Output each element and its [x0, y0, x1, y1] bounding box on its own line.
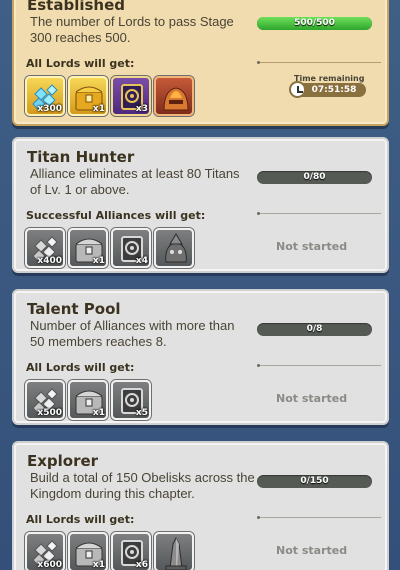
reward-item[interactable]: x500 [25, 380, 65, 420]
reward-qty: x4 [135, 256, 148, 266]
reward-item[interactable]: x600 [25, 532, 65, 570]
achievement-card-titan-hunter: Titan Hunter Alliance eliminates at leas… [12, 137, 389, 273]
reward-item[interactable]: x1 [68, 532, 108, 570]
reward-item[interactable]: x5 [111, 380, 151, 420]
reward-item[interactable]: x1 [68, 228, 108, 268]
divider [257, 364, 381, 367]
time-remaining-label: Time remaining [294, 74, 365, 83]
fire-helmet-icon [163, 87, 189, 111]
reward-qty: x1 [92, 560, 105, 570]
reward-label: All Lords will get: [26, 57, 135, 70]
reward-qty: x5 [135, 408, 148, 418]
reward-qty: x3 [135, 104, 148, 114]
reward-label: All Lords will get: [26, 361, 135, 374]
reward-list: x500 x1 x5 [25, 380, 151, 420]
status-text: Not started [276, 392, 348, 405]
divider [257, 212, 381, 215]
achievement-card-talent-pool: Talent Pool Number of Alliances with mor… [12, 289, 389, 425]
reward-qty: x600 [37, 560, 62, 570]
reward-item[interactable]: x6 [111, 532, 151, 570]
reward-qty: x400 [37, 256, 62, 266]
achievement-card-established: Established The number of Lords to pass … [12, 0, 389, 126]
card-title: Titan Hunter [27, 148, 135, 166]
reward-qty: x1 [92, 256, 105, 266]
progress-bar: 0/150 [257, 475, 372, 488]
reward-list: x400 x1 x4 [25, 228, 194, 268]
reward-qty: x300 [37, 104, 62, 114]
progress-text: 0/8 [306, 324, 323, 334]
reward-qty: x1 [92, 408, 105, 418]
progress-text: 500/500 [294, 18, 335, 28]
divider [257, 516, 381, 519]
card-description: Alliance eliminates at least 80 Titans o… [30, 166, 240, 197]
reward-qty: x500 [37, 408, 62, 418]
reward-item[interactable]: x4 [111, 228, 151, 268]
progress-text: 0/80 [303, 172, 326, 182]
reward-item[interactable]: x3 [111, 76, 151, 116]
progress-bar: 500/500 [257, 17, 372, 30]
reward-label: All Lords will get: [26, 513, 135, 526]
reward-item[interactable]: x300 [25, 76, 65, 116]
card-title: Established [27, 0, 126, 14]
reward-item[interactable] [154, 76, 194, 116]
reward-item[interactable] [154, 228, 194, 268]
goblin-icon [165, 233, 187, 263]
time-value: 07:51:58 [311, 85, 357, 95]
card-description: Number of Alliances with more than 50 me… [30, 318, 235, 349]
reward-list: x600 x1 x6 [25, 532, 194, 570]
reward-label: Successful Alliances will get: [26, 209, 206, 222]
divider [257, 61, 381, 64]
reward-item[interactable]: x1 [68, 76, 108, 116]
reward-list: x300 x1 x3 [25, 76, 194, 116]
progress-bar: 0/8 [257, 323, 372, 336]
card-description: The number of Lords to pass Stage 300 re… [30, 14, 234, 45]
reward-item[interactable] [154, 532, 194, 570]
status-text: Not started [276, 240, 348, 253]
card-description: Build a total of 150 Obelisks across the… [30, 470, 255, 501]
card-title: Explorer [27, 452, 99, 470]
achievement-card-explorer: Explorer Build a total of 150 Obelisks a… [12, 441, 389, 570]
reward-item[interactable]: x400 [25, 228, 65, 268]
time-remaining-timer: 07:51:58 [289, 81, 366, 98]
progress-text: 0/150 [300, 476, 329, 486]
reward-qty: x1 [92, 104, 105, 114]
clock-icon [289, 81, 306, 98]
obelisk-icon [165, 536, 187, 570]
reward-qty: x6 [135, 560, 148, 570]
reward-item[interactable]: x1 [68, 380, 108, 420]
progress-bar: 0/80 [257, 171, 372, 184]
card-title: Talent Pool [27, 300, 121, 318]
status-text: Not started [276, 544, 348, 557]
